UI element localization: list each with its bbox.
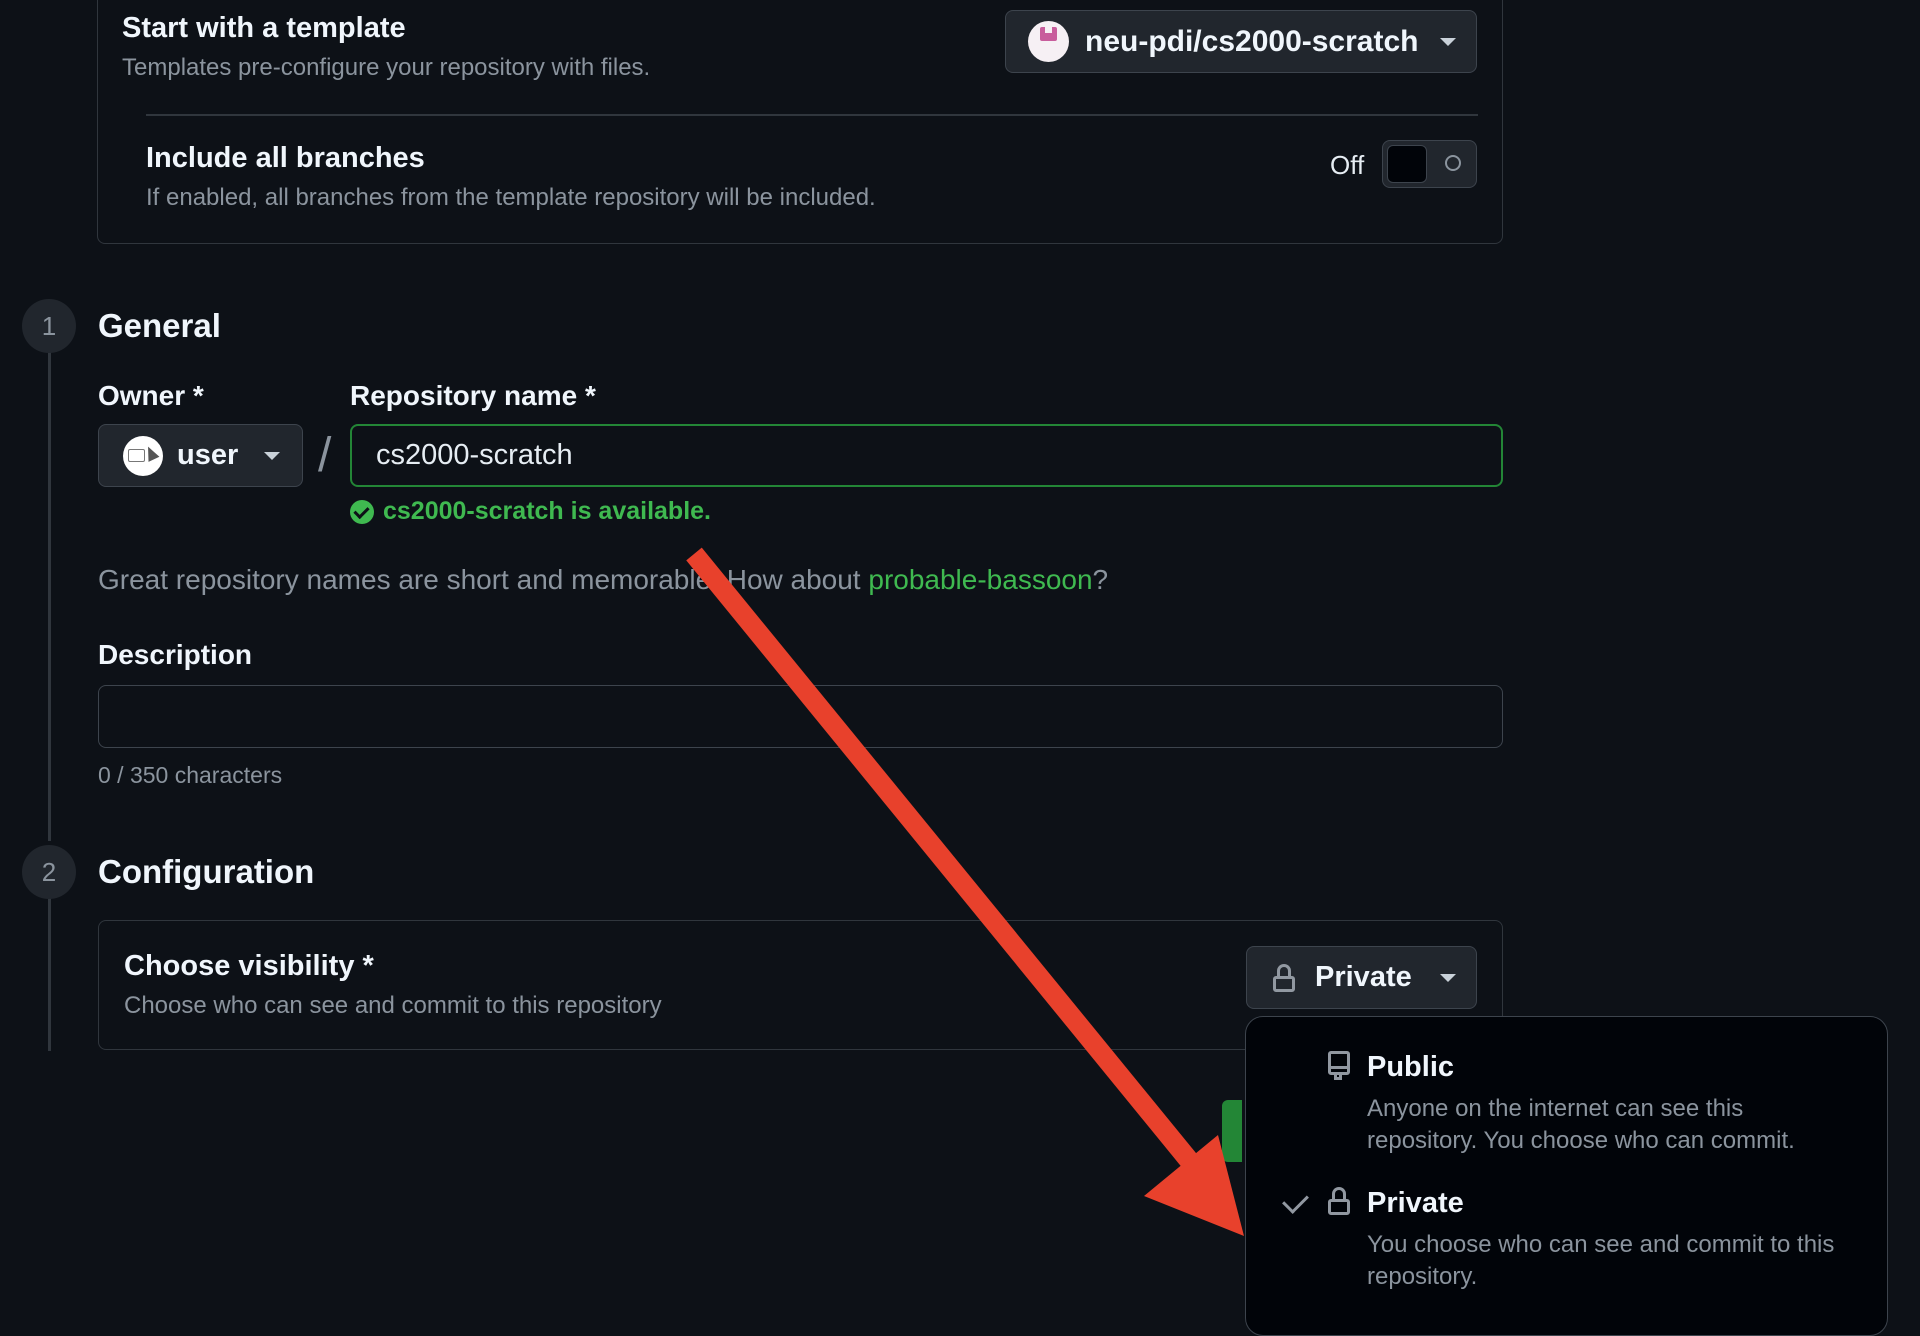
chevron-down-icon xyxy=(1440,37,1456,46)
chevron-down-icon xyxy=(264,451,280,460)
owner-avatar xyxy=(123,435,163,476)
toggle-off-icon xyxy=(1445,155,1461,171)
suggestion-text: Great repository names are short and mem… xyxy=(98,564,869,595)
visibility-menu: Public Anyone on the internet can see th… xyxy=(1245,1016,1888,1336)
include-branches-subtitle: If enabled, all branches from the templa… xyxy=(146,184,876,211)
template-select[interactable]: neu-pdi/cs2000-scratch xyxy=(1005,10,1477,73)
description-input[interactable] xyxy=(98,685,1503,748)
include-branches-toggle[interactable] xyxy=(1382,140,1477,188)
step-number: 1 xyxy=(22,299,76,353)
step-connector xyxy=(48,352,51,841)
step-number: 2 xyxy=(22,845,76,899)
suggestion-suffix: ? xyxy=(1092,564,1109,595)
chevron-down-icon xyxy=(1440,973,1456,982)
option-description: You choose who can see and commit to thi… xyxy=(1367,1231,1835,1290)
owner-select[interactable]: user xyxy=(98,424,303,487)
suggestion-link[interactable]: probable-bassoon xyxy=(868,564,1092,595)
include-branches-title: Include all branches xyxy=(146,142,425,174)
step-connector xyxy=(48,898,51,1051)
template-avatar xyxy=(1028,21,1069,62)
create-repository-button[interactable] xyxy=(1222,1100,1242,1162)
visibility-select-label: Private xyxy=(1315,961,1412,993)
owner-select-label: user xyxy=(177,439,239,471)
repo-name-label: Repository name * xyxy=(350,380,596,411)
divider xyxy=(146,114,1478,116)
option-description: Anyone on the internet can see this repo… xyxy=(1367,1095,1795,1154)
repo-name-input[interactable] xyxy=(350,424,1503,487)
template-select-label: neu-pdi/cs2000-scratch xyxy=(1085,24,1419,58)
description-label: Description xyxy=(98,639,253,670)
toggle-knob xyxy=(1387,145,1427,183)
name-suggestion: Great repository names are short and mem… xyxy=(98,564,1108,596)
general-heading: General xyxy=(98,307,221,344)
visibility-label: Choose visibility * xyxy=(124,950,374,982)
owner-label: Owner * xyxy=(98,380,204,411)
visibility-select[interactable]: Private xyxy=(1246,946,1477,1009)
toggle-state-label: Off xyxy=(1330,150,1365,180)
lock-icon xyxy=(1273,963,1295,992)
check-circle-icon xyxy=(350,499,374,524)
character-count: 0 / 350 characters xyxy=(98,762,283,788)
availability-text: cs2000-scratch is available. xyxy=(383,497,712,525)
configuration-heading: Configuration xyxy=(98,853,315,890)
template-subtitle: Templates pre-configure your repository … xyxy=(122,54,651,81)
visibility-subtitle: Choose who can see and commit to this re… xyxy=(124,992,662,1019)
option-title: Private xyxy=(1367,1187,1464,1219)
owner-repo-separator: / xyxy=(318,429,332,482)
availability-status: cs2000-scratch is available. xyxy=(350,497,711,526)
check-icon xyxy=(1282,1187,1309,1214)
template-title: Start with a template xyxy=(122,12,406,44)
option-title: Public xyxy=(1367,1051,1455,1083)
